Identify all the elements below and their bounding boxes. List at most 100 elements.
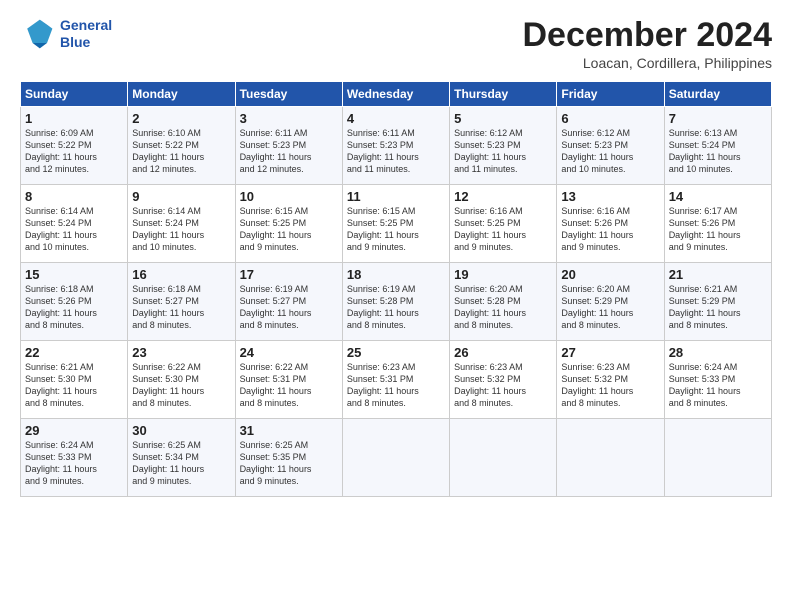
title-block: December 2024 Loacan, Cordillera, Philip… xyxy=(522,16,772,71)
cell-details: Sunrise: 6:23 AMSunset: 5:31 PMDaylight:… xyxy=(347,361,445,410)
calendar-cell: 4Sunrise: 6:11 AMSunset: 5:23 PMDaylight… xyxy=(342,107,449,185)
day-number: 4 xyxy=(347,111,445,126)
day-number: 20 xyxy=(561,267,659,282)
calendar-week-2: 8Sunrise: 6:14 AMSunset: 5:24 PMDaylight… xyxy=(21,185,772,263)
cell-details: Sunrise: 6:18 AMSunset: 5:27 PMDaylight:… xyxy=(132,283,230,332)
logo-general: General xyxy=(60,17,112,34)
logo: General Blue xyxy=(20,16,112,52)
cell-details: Sunrise: 6:19 AMSunset: 5:27 PMDaylight:… xyxy=(240,283,338,332)
calendar-cell: 20Sunrise: 6:20 AMSunset: 5:29 PMDayligh… xyxy=(557,263,664,341)
calendar-week-4: 22Sunrise: 6:21 AMSunset: 5:30 PMDayligh… xyxy=(21,341,772,419)
cell-details: Sunrise: 6:19 AMSunset: 5:28 PMDaylight:… xyxy=(347,283,445,332)
cell-details: Sunrise: 6:10 AMSunset: 5:22 PMDaylight:… xyxy=(132,127,230,176)
cell-details: Sunrise: 6:14 AMSunset: 5:24 PMDaylight:… xyxy=(25,205,123,254)
calendar-cell: 5Sunrise: 6:12 AMSunset: 5:23 PMDaylight… xyxy=(450,107,557,185)
calendar-header-row: SundayMondayTuesdayWednesdayThursdayFrid… xyxy=(21,82,772,107)
cell-details: Sunrise: 6:15 AMSunset: 5:25 PMDaylight:… xyxy=(240,205,338,254)
day-number: 24 xyxy=(240,345,338,360)
day-number: 14 xyxy=(669,189,767,204)
calendar-cell: 10Sunrise: 6:15 AMSunset: 5:25 PMDayligh… xyxy=(235,185,342,263)
calendar-cell: 9Sunrise: 6:14 AMSunset: 5:24 PMDaylight… xyxy=(128,185,235,263)
calendar-cell: 3Sunrise: 6:11 AMSunset: 5:23 PMDaylight… xyxy=(235,107,342,185)
calendar-cell: 7Sunrise: 6:13 AMSunset: 5:24 PMDaylight… xyxy=(664,107,771,185)
cell-details: Sunrise: 6:23 AMSunset: 5:32 PMDaylight:… xyxy=(454,361,552,410)
cell-details: Sunrise: 6:09 AMSunset: 5:22 PMDaylight:… xyxy=(25,127,123,176)
cell-details: Sunrise: 6:22 AMSunset: 5:30 PMDaylight:… xyxy=(132,361,230,410)
cell-details: Sunrise: 6:21 AMSunset: 5:30 PMDaylight:… xyxy=(25,361,123,410)
cell-details: Sunrise: 6:20 AMSunset: 5:28 PMDaylight:… xyxy=(454,283,552,332)
calendar-week-1: 1Sunrise: 6:09 AMSunset: 5:22 PMDaylight… xyxy=(21,107,772,185)
header-cell-tuesday: Tuesday xyxy=(235,82,342,107)
calendar-cell: 29Sunrise: 6:24 AMSunset: 5:33 PMDayligh… xyxy=(21,419,128,497)
day-number: 10 xyxy=(240,189,338,204)
day-number: 1 xyxy=(25,111,123,126)
calendar-cell: 23Sunrise: 6:22 AMSunset: 5:30 PMDayligh… xyxy=(128,341,235,419)
calendar-cell: 28Sunrise: 6:24 AMSunset: 5:33 PMDayligh… xyxy=(664,341,771,419)
calendar-cell xyxy=(342,419,449,497)
header-cell-thursday: Thursday xyxy=(450,82,557,107)
cell-details: Sunrise: 6:24 AMSunset: 5:33 PMDaylight:… xyxy=(25,439,123,488)
day-number: 7 xyxy=(669,111,767,126)
day-number: 21 xyxy=(669,267,767,282)
cell-details: Sunrise: 6:25 AMSunset: 5:34 PMDaylight:… xyxy=(132,439,230,488)
cell-details: Sunrise: 6:24 AMSunset: 5:33 PMDaylight:… xyxy=(669,361,767,410)
calendar-cell: 13Sunrise: 6:16 AMSunset: 5:26 PMDayligh… xyxy=(557,185,664,263)
calendar-cell: 26Sunrise: 6:23 AMSunset: 5:32 PMDayligh… xyxy=(450,341,557,419)
day-number: 17 xyxy=(240,267,338,282)
cell-details: Sunrise: 6:12 AMSunset: 5:23 PMDaylight:… xyxy=(561,127,659,176)
header-cell-monday: Monday xyxy=(128,82,235,107)
day-number: 25 xyxy=(347,345,445,360)
day-number: 26 xyxy=(454,345,552,360)
calendar-cell: 22Sunrise: 6:21 AMSunset: 5:30 PMDayligh… xyxy=(21,341,128,419)
day-number: 12 xyxy=(454,189,552,204)
logo-blue: Blue xyxy=(60,34,112,51)
calendar-cell: 17Sunrise: 6:19 AMSunset: 5:27 PMDayligh… xyxy=(235,263,342,341)
calendar-cell: 8Sunrise: 6:14 AMSunset: 5:24 PMDaylight… xyxy=(21,185,128,263)
day-number: 29 xyxy=(25,423,123,438)
cell-details: Sunrise: 6:16 AMSunset: 5:26 PMDaylight:… xyxy=(561,205,659,254)
cell-details: Sunrise: 6:13 AMSunset: 5:24 PMDaylight:… xyxy=(669,127,767,176)
calendar-cell: 24Sunrise: 6:22 AMSunset: 5:31 PMDayligh… xyxy=(235,341,342,419)
day-number: 3 xyxy=(240,111,338,126)
calendar-cell xyxy=(557,419,664,497)
cell-details: Sunrise: 6:11 AMSunset: 5:23 PMDaylight:… xyxy=(240,127,338,176)
calendar-page: General Blue December 2024 Loacan, Cordi… xyxy=(0,0,792,507)
cell-details: Sunrise: 6:16 AMSunset: 5:25 PMDaylight:… xyxy=(454,205,552,254)
calendar-cell: 2Sunrise: 6:10 AMSunset: 5:22 PMDaylight… xyxy=(128,107,235,185)
calendar-cell: 14Sunrise: 6:17 AMSunset: 5:26 PMDayligh… xyxy=(664,185,771,263)
day-number: 18 xyxy=(347,267,445,282)
logo-icon xyxy=(20,16,56,52)
calendar-week-3: 15Sunrise: 6:18 AMSunset: 5:26 PMDayligh… xyxy=(21,263,772,341)
calendar-week-5: 29Sunrise: 6:24 AMSunset: 5:33 PMDayligh… xyxy=(21,419,772,497)
cell-details: Sunrise: 6:14 AMSunset: 5:24 PMDaylight:… xyxy=(132,205,230,254)
header-cell-saturday: Saturday xyxy=(664,82,771,107)
cell-details: Sunrise: 6:22 AMSunset: 5:31 PMDaylight:… xyxy=(240,361,338,410)
cell-details: Sunrise: 6:18 AMSunset: 5:26 PMDaylight:… xyxy=(25,283,123,332)
calendar-cell: 11Sunrise: 6:15 AMSunset: 5:25 PMDayligh… xyxy=(342,185,449,263)
cell-details: Sunrise: 6:23 AMSunset: 5:32 PMDaylight:… xyxy=(561,361,659,410)
cell-details: Sunrise: 6:17 AMSunset: 5:26 PMDaylight:… xyxy=(669,205,767,254)
calendar-cell: 15Sunrise: 6:18 AMSunset: 5:26 PMDayligh… xyxy=(21,263,128,341)
calendar-cell: 18Sunrise: 6:19 AMSunset: 5:28 PMDayligh… xyxy=(342,263,449,341)
location: Loacan, Cordillera, Philippines xyxy=(522,55,772,71)
day-number: 23 xyxy=(132,345,230,360)
calendar-cell: 30Sunrise: 6:25 AMSunset: 5:34 PMDayligh… xyxy=(128,419,235,497)
header-cell-sunday: Sunday xyxy=(21,82,128,107)
day-number: 22 xyxy=(25,345,123,360)
day-number: 13 xyxy=(561,189,659,204)
cell-details: Sunrise: 6:21 AMSunset: 5:29 PMDaylight:… xyxy=(669,283,767,332)
header: General Blue December 2024 Loacan, Cordi… xyxy=(20,16,772,71)
cell-details: Sunrise: 6:12 AMSunset: 5:23 PMDaylight:… xyxy=(454,127,552,176)
calendar-cell: 1Sunrise: 6:09 AMSunset: 5:22 PMDaylight… xyxy=(21,107,128,185)
day-number: 2 xyxy=(132,111,230,126)
calendar-cell: 19Sunrise: 6:20 AMSunset: 5:28 PMDayligh… xyxy=(450,263,557,341)
day-number: 30 xyxy=(132,423,230,438)
calendar-cell xyxy=(664,419,771,497)
cell-details: Sunrise: 6:11 AMSunset: 5:23 PMDaylight:… xyxy=(347,127,445,176)
calendar-cell xyxy=(450,419,557,497)
day-number: 15 xyxy=(25,267,123,282)
cell-details: Sunrise: 6:15 AMSunset: 5:25 PMDaylight:… xyxy=(347,205,445,254)
calendar-cell: 6Sunrise: 6:12 AMSunset: 5:23 PMDaylight… xyxy=(557,107,664,185)
calendar-table: SundayMondayTuesdayWednesdayThursdayFrid… xyxy=(20,81,772,497)
day-number: 11 xyxy=(347,189,445,204)
